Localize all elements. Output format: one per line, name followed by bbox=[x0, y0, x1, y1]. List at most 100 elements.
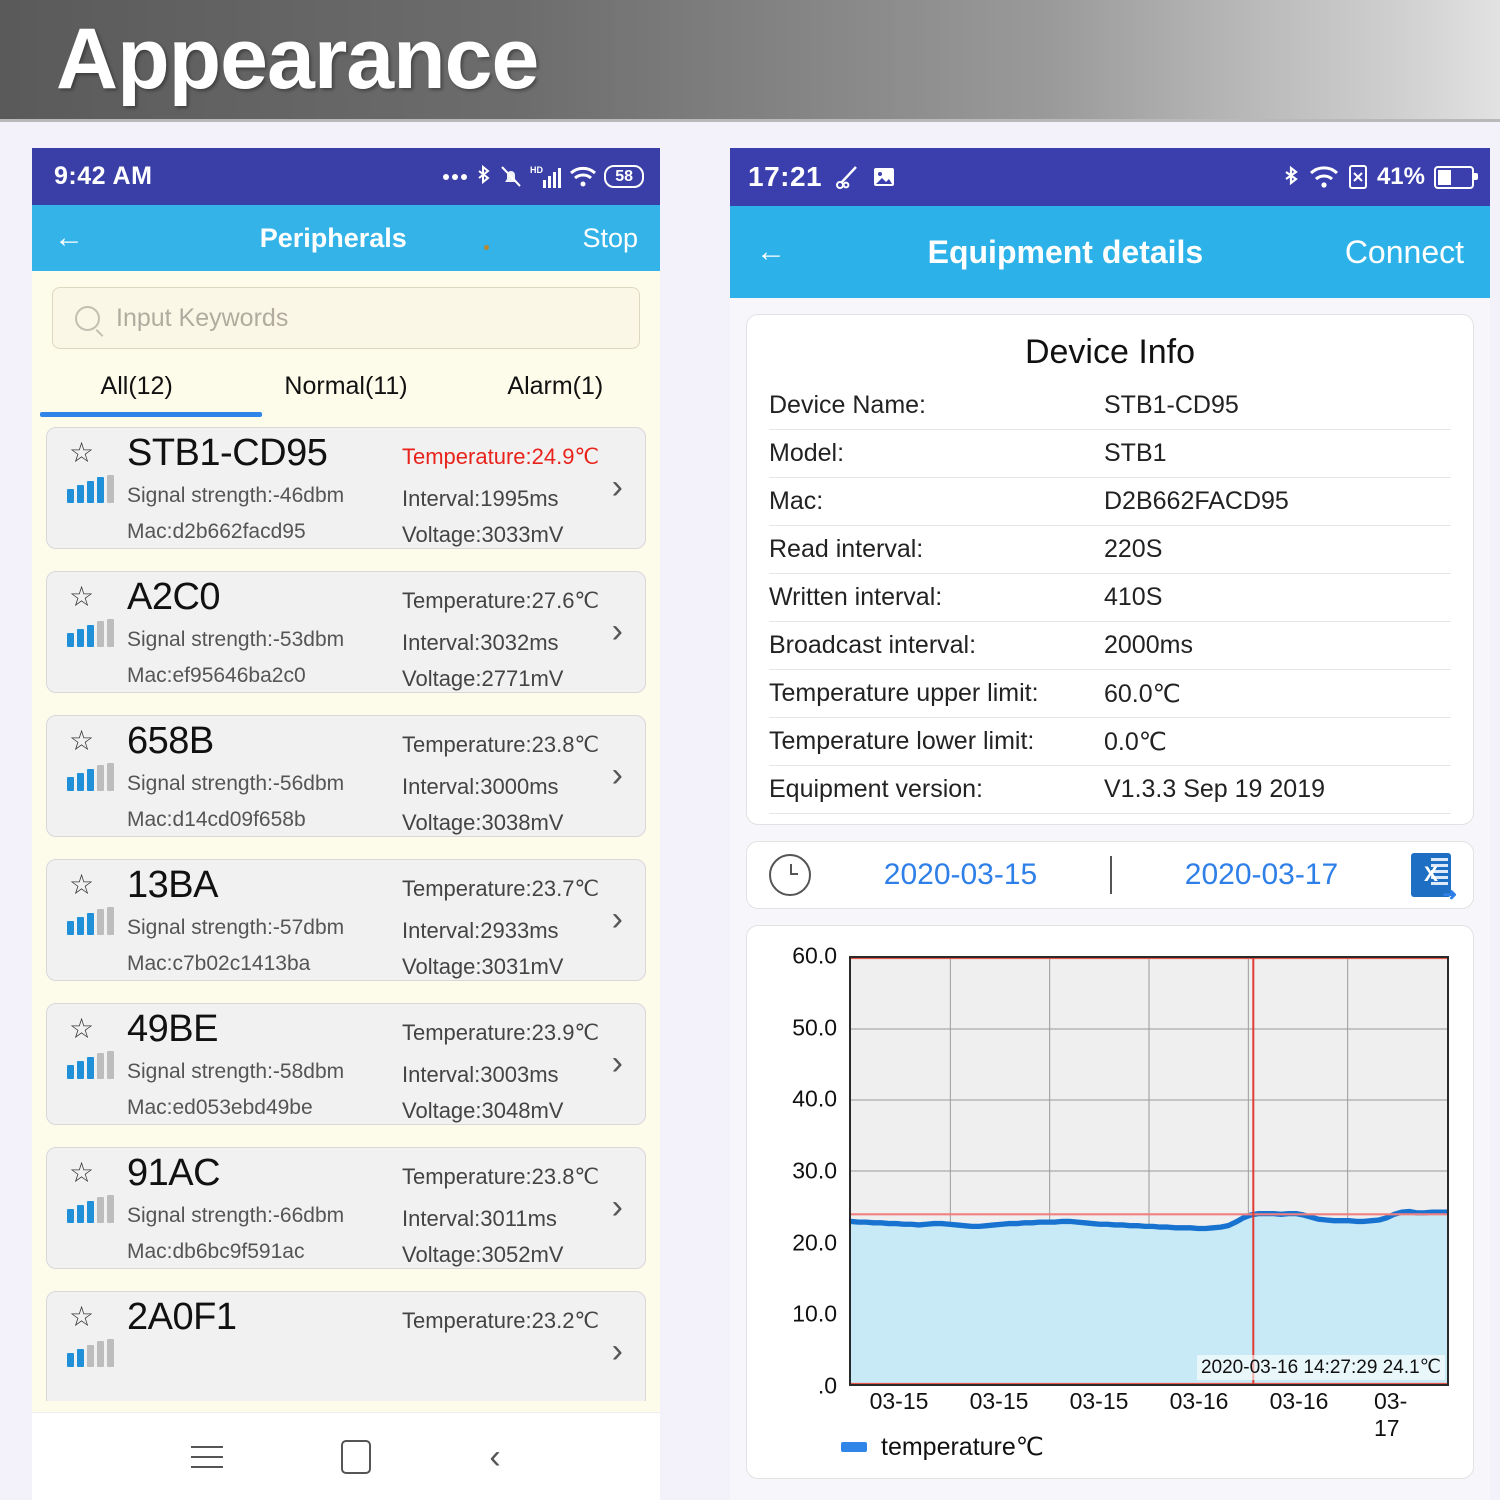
device-card[interactable]: ☆ STB1-CD95 Signal strength:-46dbm Mac:d… bbox=[46, 427, 646, 549]
device-signal: Signal strength:-58dbm bbox=[127, 1060, 345, 1083]
active-tab-underline bbox=[40, 412, 262, 417]
bell-muted-icon bbox=[499, 164, 523, 189]
menu-icon[interactable] bbox=[191, 1445, 224, 1468]
right-app-bar: ← Equipment details Connect bbox=[730, 206, 1490, 298]
stop-button[interactable]: Stop bbox=[582, 223, 638, 254]
device-mac: Mac:c7b02c1413ba bbox=[127, 952, 311, 975]
favorite-star-icon[interactable]: ☆ bbox=[69, 727, 94, 755]
info-value: 60.0℃ bbox=[1104, 679, 1181, 708]
info-label: Read interval: bbox=[769, 535, 924, 563]
legend-swatch bbox=[841, 1442, 867, 1452]
sim-off-icon bbox=[1348, 164, 1368, 190]
device-info-row: Written interval: 410S bbox=[769, 574, 1451, 622]
info-label: Device Name: bbox=[769, 391, 926, 419]
device-name: 91AC bbox=[127, 1152, 221, 1194]
chart-y-tick-label: 10.0 bbox=[792, 1300, 837, 1327]
chevron-right-icon[interactable]: › bbox=[612, 1334, 623, 1368]
chart-canvas[interactable]: 2020-03-16 14:27:29 24.1℃ bbox=[849, 956, 1449, 1386]
signal-strength-icon bbox=[67, 619, 114, 647]
chart-y-tick-label: 20.0 bbox=[792, 1229, 837, 1256]
device-card[interactable]: ☆ 13BA Signal strength:-57dbm Mac:c7b02c… bbox=[46, 859, 646, 981]
search-area: Input Keywords bbox=[32, 271, 660, 355]
search-input[interactable]: Input Keywords bbox=[52, 287, 640, 349]
excel-export-icon[interactable]: X bbox=[1411, 853, 1457, 905]
device-card[interactable]: ☆ 91AC Signal strength:-66dbm Mac:db6bc9… bbox=[46, 1147, 646, 1269]
more-dots-icon bbox=[442, 172, 468, 182]
device-temperature: Temperature:23.8℃ bbox=[402, 1164, 600, 1189]
left-app-bar: ← Peripherals Stop bbox=[32, 205, 660, 271]
device-info-row: Broadcast interval: 2000ms bbox=[769, 622, 1451, 670]
device-signal: Signal strength:-57dbm bbox=[127, 916, 345, 939]
connect-button[interactable]: Connect bbox=[1345, 234, 1464, 271]
favorite-star-icon[interactable]: ☆ bbox=[69, 871, 94, 899]
info-label: Written interval: bbox=[769, 583, 943, 611]
device-card[interactable]: ☆ 49BE Signal strength:-58dbm Mac:ed053e… bbox=[46, 1003, 646, 1125]
device-name: A2C0 bbox=[127, 576, 221, 618]
back-chevron-icon[interactable]: ‹ bbox=[489, 1440, 500, 1474]
chart-x-tick-label: 03-15 bbox=[1069, 1388, 1129, 1414]
favorite-star-icon[interactable]: ☆ bbox=[69, 1159, 94, 1187]
hd-signal-icon: HD bbox=[530, 164, 562, 190]
chart-x-tick-label: 03-16 bbox=[1169, 1388, 1229, 1414]
device-name: 49BE bbox=[127, 1008, 218, 1050]
signal-strength-icon bbox=[67, 1339, 114, 1367]
search-placeholder: Input Keywords bbox=[116, 303, 289, 332]
left-phone-screenshot: 9:42 AM HD 58 ← Peripherals Stop Input K… bbox=[32, 148, 660, 1500]
info-value: STB1 bbox=[1104, 439, 1167, 467]
clock-icon bbox=[769, 854, 811, 896]
signal-strength-icon bbox=[67, 1195, 114, 1223]
right-status-bar: 17:21 41% bbox=[730, 148, 1490, 206]
chevron-right-icon[interactable]: › bbox=[612, 614, 623, 648]
device-temperature: Temperature:23.7℃ bbox=[402, 876, 600, 901]
device-card[interactable]: ☆ 658B Signal strength:-56dbm Mac:d14cd0… bbox=[46, 715, 646, 837]
favorite-star-icon[interactable]: ☆ bbox=[69, 583, 94, 611]
chart-y-tick-label: .0 bbox=[817, 1372, 837, 1399]
back-icon[interactable]: ← bbox=[756, 237, 786, 267]
device-name: STB1-CD95 bbox=[127, 432, 328, 474]
android-bottom-nav: ‹ bbox=[32, 1412, 660, 1500]
signal-strength-icon bbox=[67, 475, 114, 503]
right-phone-screenshot: 17:21 41% ← Equipment details Connect De… bbox=[730, 148, 1490, 1500]
signal-strength-icon bbox=[67, 763, 114, 791]
tab-all[interactable]: All(12) bbox=[32, 372, 241, 401]
device-signal: Signal strength:-53dbm bbox=[127, 628, 345, 651]
device-mac: Mac:d14cd09f658b bbox=[127, 808, 306, 831]
favorite-star-icon[interactable]: ☆ bbox=[69, 1303, 94, 1331]
app-bar-title: Equipment details bbox=[927, 233, 1204, 270]
scanning-dot-indicator bbox=[484, 245, 489, 250]
device-card[interactable]: ☆ A2C0 Signal strength:-53dbm Mac:ef9564… bbox=[46, 571, 646, 693]
chevron-right-icon[interactable]: › bbox=[612, 758, 623, 792]
device-signal: Signal strength:-66dbm bbox=[127, 1204, 345, 1227]
device-mac: Mac:ed053ebd49be bbox=[127, 1096, 313, 1119]
back-icon[interactable]: ← bbox=[54, 223, 84, 253]
chevron-right-icon[interactable]: › bbox=[612, 1190, 623, 1224]
device-card[interactable]: ☆ 2A0F1 Temperature:23.2℃ › bbox=[46, 1291, 646, 1401]
home-square-icon[interactable] bbox=[341, 1439, 372, 1474]
device-voltage: Voltage:3033mV bbox=[402, 522, 564, 547]
status-time: 9:42 AM bbox=[54, 162, 153, 190]
chevron-right-icon[interactable]: › bbox=[612, 902, 623, 936]
chevron-right-icon[interactable]: › bbox=[612, 470, 623, 504]
device-info-row: Mac: D2B662FACD95 bbox=[769, 478, 1451, 526]
tab-normal[interactable]: Normal(11) bbox=[241, 372, 450, 401]
chart-plot-area: .0 10.0 20.0 30.0 40.0 50.0 60.0 2020-03-16 14… bbox=[761, 943, 1459, 1441]
chart-y-tick-label: 40.0 bbox=[792, 1085, 837, 1112]
search-icon bbox=[75, 305, 100, 331]
device-interval: Interval:1995ms bbox=[402, 486, 559, 511]
device-interval: Interval:3011ms bbox=[402, 1206, 557, 1231]
device-list[interactable]: ☆ STB1-CD95 Signal strength:-46dbm Mac:d… bbox=[32, 417, 660, 1401]
device-temperature: Temperature:23.9℃ bbox=[402, 1020, 600, 1045]
wifi-icon bbox=[1309, 165, 1339, 189]
start-date[interactable]: 2020-03-15 bbox=[811, 858, 1110, 892]
device-voltage: Voltage:3038mV bbox=[402, 810, 564, 835]
favorite-star-icon[interactable]: ☆ bbox=[69, 439, 94, 467]
chevron-right-icon[interactable]: › bbox=[612, 1046, 623, 1080]
device-voltage: Voltage:3031mV bbox=[402, 954, 564, 979]
end-date[interactable]: 2020-03-17 bbox=[1112, 858, 1411, 892]
device-interval: Interval:2933ms bbox=[402, 918, 559, 943]
signal-strength-icon bbox=[67, 907, 114, 935]
device-name: 13BA bbox=[127, 864, 218, 906]
tab-alarm[interactable]: Alarm(1) bbox=[451, 372, 660, 401]
page-title: Appearance bbox=[56, 11, 539, 107]
favorite-star-icon[interactable]: ☆ bbox=[69, 1015, 94, 1043]
